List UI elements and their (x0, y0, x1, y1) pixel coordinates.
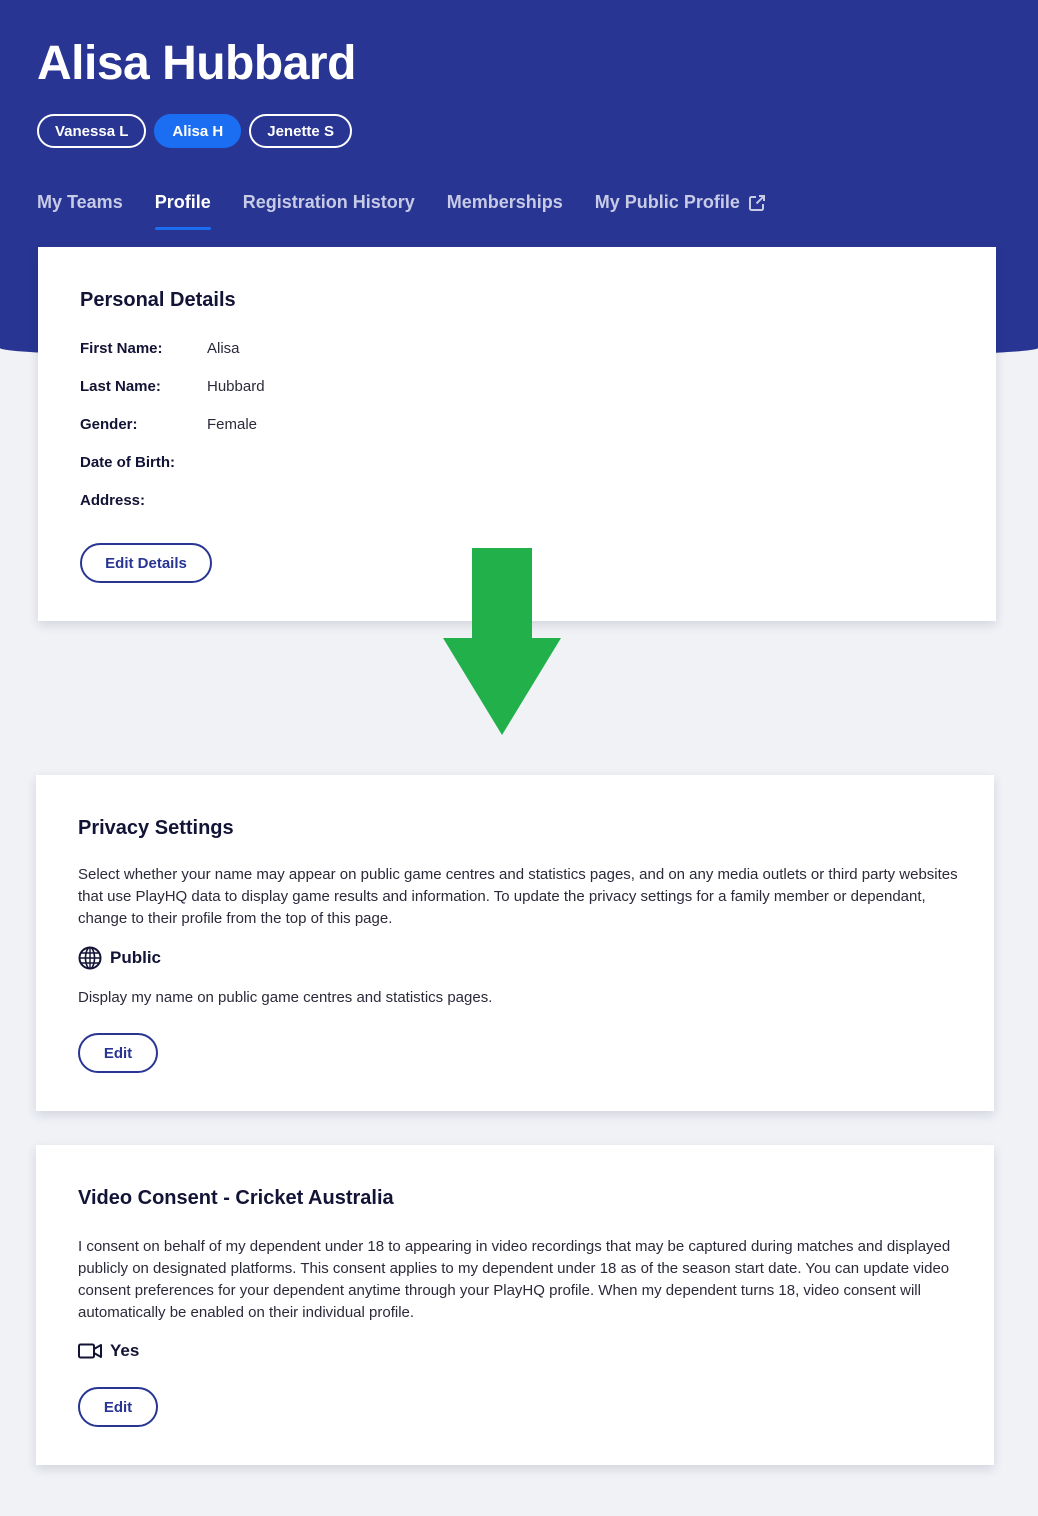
video-consent-description: I consent on behalf of my dependent unde… (78, 1238, 951, 1321)
tab-label: Memberships (446, 192, 563, 212)
personal-details-heading: Personal Details (80, 289, 236, 311)
edit-video-consent-button[interactable]: Edit (78, 1387, 158, 1427)
detail-label: Gender: (80, 416, 138, 433)
profile-pill-alisa[interactable]: Alisa H (154, 114, 242, 148)
tab-my-public-profile[interactable]: My Public Profile (595, 192, 766, 230)
privacy-settings-heading: Privacy Settings (78, 817, 234, 839)
detail-value: Female (207, 416, 258, 433)
page-title: Alisa Hubbard (37, 37, 356, 90)
video-consent-status-label: Yes (110, 1341, 140, 1360)
detail-row-gender: Gender: Female (80, 416, 265, 454)
privacy-settings-card: Privacy Settings Select whether your nam… (36, 775, 994, 1111)
privacy-status: Public (78, 946, 161, 970)
edit-details-button[interactable]: Edit Details (80, 543, 212, 583)
profile-switcher: Vanessa L Alisa H Jenette S (37, 114, 352, 148)
down-arrow-icon (443, 548, 561, 735)
detail-label: Date of Birth: (80, 454, 175, 471)
video-consent-status: Yes (78, 1341, 139, 1361)
detail-row-date-of-birth: Date of Birth: (80, 454, 265, 492)
tab-label: Profile (154, 192, 211, 212)
tab-label: My Public Profile (594, 192, 740, 212)
tab-my-teams[interactable]: My Teams (37, 192, 123, 230)
tab-profile[interactable]: Profile (154, 192, 211, 230)
profile-pill-vanessa[interactable]: Vanessa L (37, 114, 147, 148)
detail-label: Last Name: (80, 378, 161, 395)
video-consent-card: Video Consent - Cricket Australia I cons… (36, 1145, 994, 1465)
edit-privacy-button[interactable]: Edit (78, 1033, 158, 1073)
video-camera-icon (78, 1343, 102, 1359)
tab-label: Registration History (242, 192, 415, 212)
detail-value: Alisa (207, 340, 240, 357)
detail-row-last-name: Last Name: Hubbard (80, 378, 265, 416)
detail-value: Hubbard (207, 378, 265, 395)
detail-label: Address: (80, 492, 146, 509)
tab-memberships[interactable]: Memberships (447, 192, 563, 230)
external-link-icon (748, 195, 765, 211)
tab-registration-history[interactable]: Registration History (243, 192, 415, 230)
detail-row-address: Address: (80, 492, 265, 530)
personal-details-list: First Name: Alisa Last Name: Hubbard Gen… (80, 340, 265, 530)
privacy-settings-description: Select whether your name may appear on p… (78, 866, 958, 927)
globe-icon (78, 946, 102, 970)
privacy-status-label: Public (110, 948, 162, 967)
detail-row-first-name: First Name: Alisa (80, 340, 265, 378)
tab-label: My Teams (37, 192, 123, 212)
profile-pill-jenette[interactable]: Jenette S (249, 114, 352, 148)
detail-label: First Name: (80, 340, 163, 357)
profile-tabs: My Teams Profile Registration History Me… (37, 192, 766, 230)
video-consent-heading: Video Consent - Cricket Australia (78, 1187, 394, 1209)
privacy-status-description: Display my name on public game centres a… (78, 989, 493, 1006)
